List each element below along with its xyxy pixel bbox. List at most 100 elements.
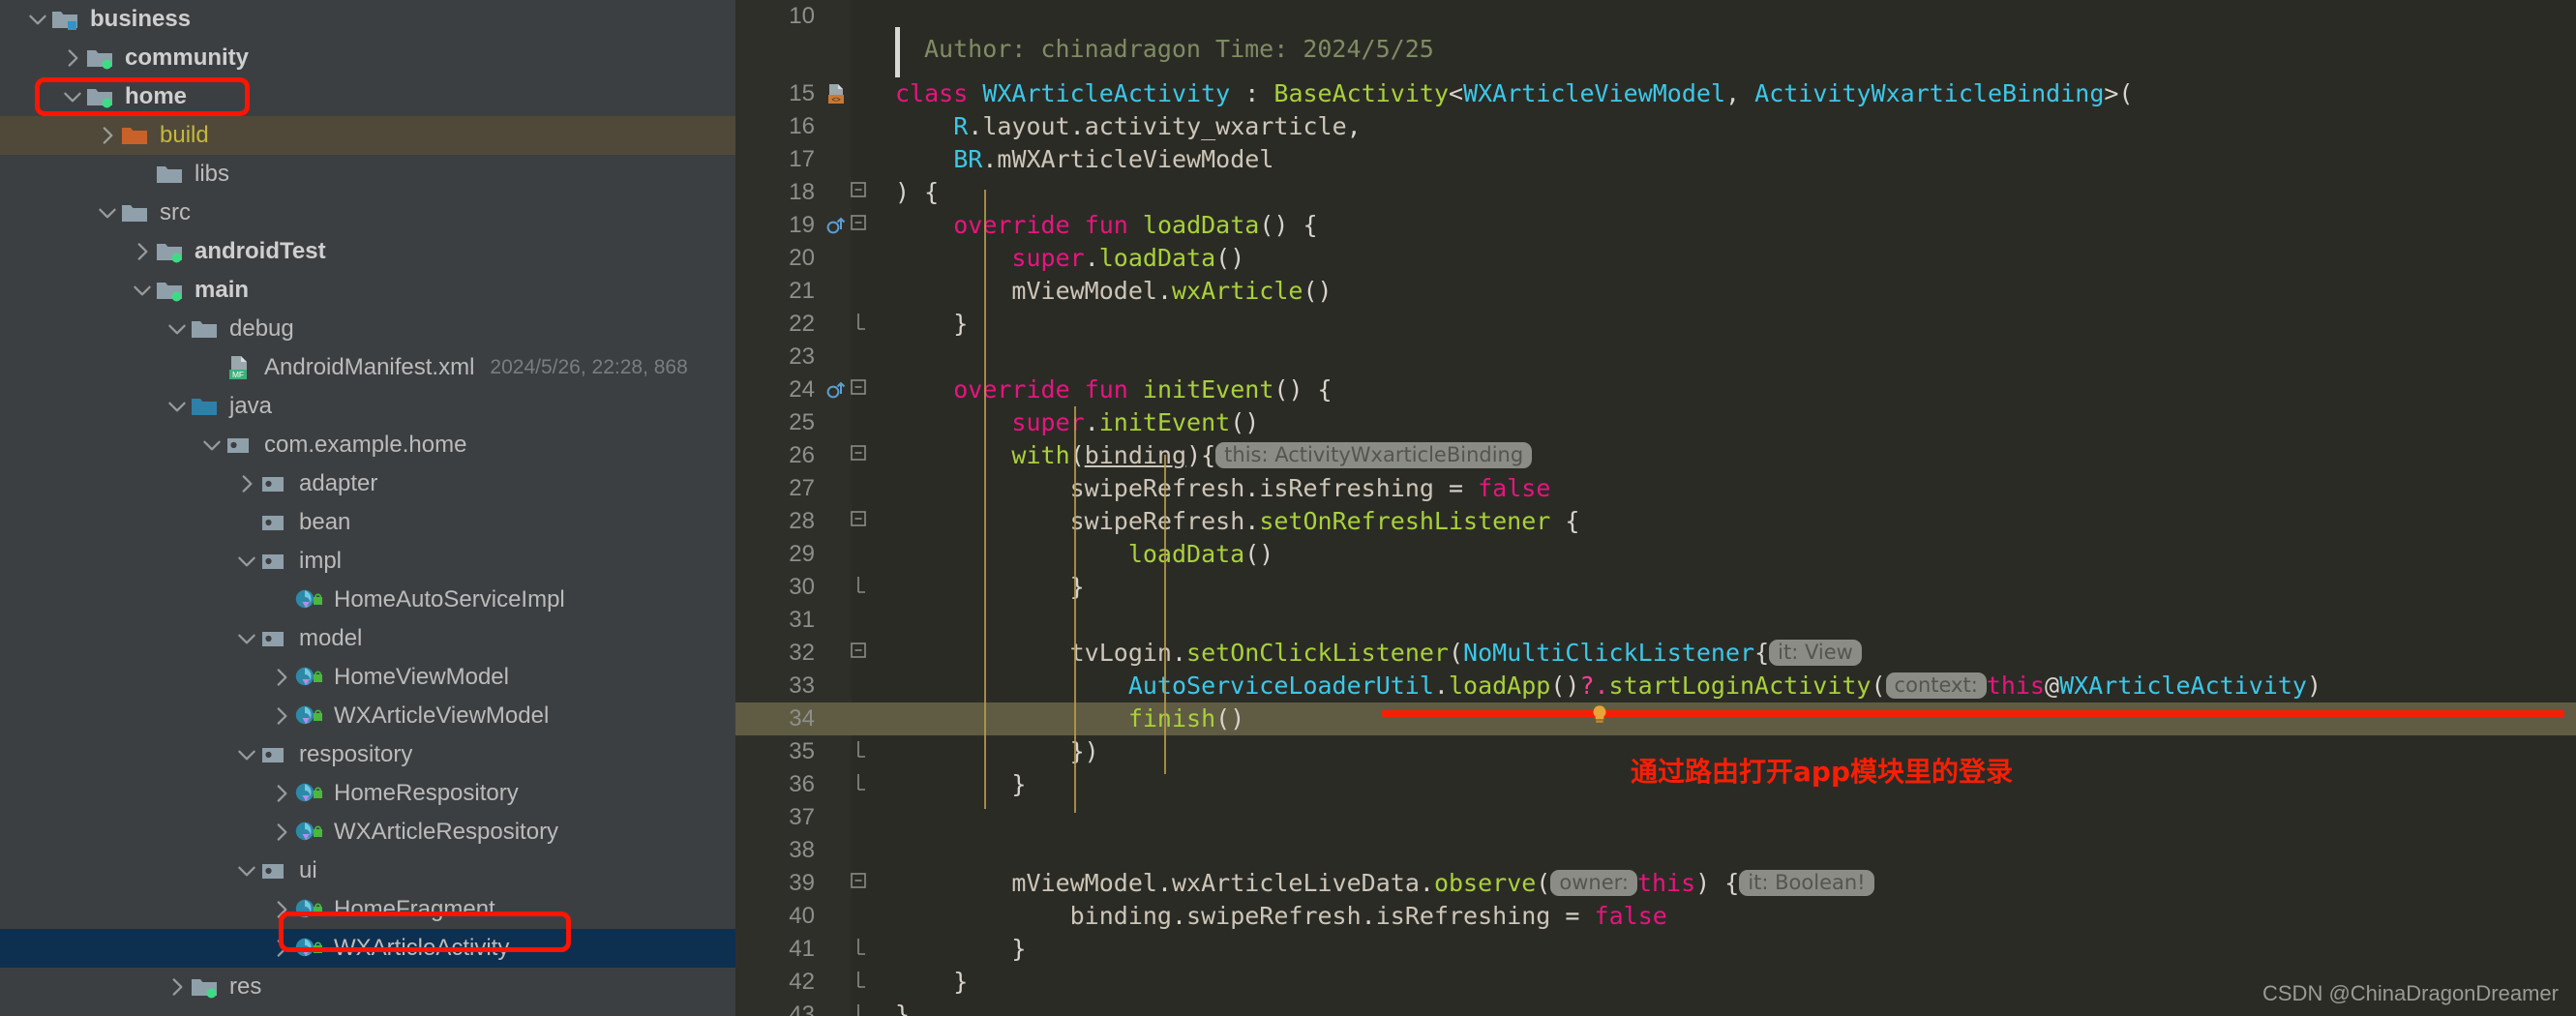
tree-row-wxarticlerespository[interactable]: WXArticleRespository	[0, 813, 735, 852]
inlay-hint: it: Boolean!	[1739, 870, 1874, 896]
code-line-17[interactable]: 17 BR.mWXArticleViewModel	[735, 143, 2576, 176]
tree-row-respository[interactable]: respository	[0, 735, 735, 774]
code-line-29[interactable]: 29 loadData()	[735, 538, 2576, 571]
tree-row-ui[interactable]: ui	[0, 852, 735, 890]
code-fold-toggle[interactable]	[842, 735, 875, 768]
tree-row-libs[interactable]: libs	[0, 155, 735, 194]
code-line-comment[interactable]: Author: chinadragon Time: 2024/5/25	[735, 21, 2576, 77]
tree-row-homerespository[interactable]: HomeRespository	[0, 774, 735, 813]
tree-row-androidmanifest-xml[interactable]: MF AndroidManifest.xml 2024/5/26, 22:28, 8…	[0, 348, 735, 387]
tree-row-homeautoserviceimpl[interactable]: HomeAutoServiceImpl	[0, 581, 735, 619]
code-line-31[interactable]: 31	[735, 604, 2576, 637]
code-line-23[interactable]: 23	[735, 341, 2576, 374]
tree-row-build[interactable]: build	[0, 116, 735, 155]
code-fold-toggle[interactable]	[842, 867, 875, 900]
tree-row-wxarticleviewmodel[interactable]: WXArticleViewModel	[0, 697, 735, 735]
code-line-30[interactable]: 30 }	[735, 571, 2576, 604]
code-fold-toggle[interactable]	[842, 176, 875, 209]
tree-row-home[interactable]: home	[0, 77, 735, 116]
chevron-right-icon[interactable]	[269, 897, 294, 922]
code-line-15[interactable]: 15 <> class WXArticleActivity : BaseActivi…	[735, 77, 2576, 110]
code-fold-toggle[interactable]	[842, 571, 875, 604]
code-line-22[interactable]: 22 }	[735, 308, 2576, 341]
code-line-38[interactable]: 38	[735, 834, 2576, 867]
code-fold-toggle[interactable]	[842, 933, 875, 966]
chevron-right-icon[interactable]	[269, 703, 294, 729]
tree-row-impl[interactable]: impl	[0, 542, 735, 581]
chevron-down-icon[interactable]	[130, 278, 155, 303]
code-line-34[interactable]: 34 finish()	[735, 702, 2576, 735]
code-line-27[interactable]: 27 swipeRefresh.isRefreshing = false	[735, 472, 2576, 505]
code-fold-toggle[interactable]	[842, 439, 875, 472]
project-tree-panel[interactable]: business community home build libs src android…	[0, 0, 735, 1016]
chevron-right-icon[interactable]	[130, 239, 155, 264]
code-line-37[interactable]: 37	[735, 801, 2576, 834]
code-line-39[interactable]: 39 mViewModel.wxArticleLiveData.observe(…	[735, 867, 2576, 900]
code-fold-toggle[interactable]	[842, 966, 875, 999]
code-line-21[interactable]: 21 mViewModel.wxArticle()	[735, 275, 2576, 308]
code-line-20[interactable]: 20 super.loadData()	[735, 242, 2576, 275]
code-line-10[interactable]: 10	[735, 0, 2576, 29]
code-line-24[interactable]: 24 override fun initEvent() {	[735, 374, 2576, 406]
override-gutter-icon[interactable]	[824, 377, 850, 403]
chevron-down-icon[interactable]	[25, 7, 50, 32]
code-line-16[interactable]: 16 R.layout.activity_wxarticle,	[735, 110, 2576, 143]
chevron-down-icon[interactable]	[165, 316, 190, 342]
line-number: 26	[789, 442, 815, 468]
tree-row-debug[interactable]: debug	[0, 310, 735, 348]
tree-row-adapter[interactable]: adapter	[0, 464, 735, 503]
chevron-down-icon[interactable]	[95, 200, 120, 225]
chevron-right-icon[interactable]	[60, 45, 85, 71]
chevron-down-icon[interactable]	[199, 433, 225, 458]
code-content[interactable]: 10 Author: chinadragon Time: 2024/5/25 15 <…	[735, 0, 2576, 1016]
chevron-down-icon[interactable]	[234, 858, 259, 883]
tree-row-community[interactable]: community	[0, 39, 735, 77]
chevron-right-icon[interactable]	[95, 123, 120, 148]
code-fold-toggle[interactable]	[842, 308, 875, 341]
code-line-19[interactable]: 19 override fun loadData() {	[735, 209, 2576, 242]
code-line-32[interactable]: 32 tvLogin.setOnClickListener(NoMultiCli…	[735, 637, 2576, 670]
tree-row-model[interactable]: model	[0, 619, 735, 658]
chevron-down-icon[interactable]	[234, 742, 259, 767]
code-line-26[interactable]: 26 with(binding){this: ActivityWxarticle…	[735, 439, 2576, 472]
code-fold-toggle[interactable]	[842, 505, 875, 538]
tree-row-homefragment[interactable]: HomeFragment	[0, 890, 735, 929]
intention-bulb-icon[interactable]	[1587, 702, 1612, 728]
code-line-33[interactable]: 33 AutoServiceLoaderUtil.loadApp()?.star…	[735, 670, 2576, 702]
tree-row-business[interactable]: business	[0, 0, 735, 39]
tree-row-com-example-home[interactable]: com.example.home	[0, 426, 735, 464]
tree-row-homeviewmodel[interactable]: HomeViewModel	[0, 658, 735, 697]
chevron-down-icon[interactable]	[234, 549, 259, 574]
code-editor[interactable]: 10 Author: chinadragon Time: 2024/5/25 15 <…	[735, 0, 2576, 1016]
project-tree[interactable]: business community home build libs src android…	[0, 0, 735, 1006]
code-fold-toggle[interactable]	[842, 999, 875, 1016]
chevron-right-icon[interactable]	[269, 781, 294, 806]
tree-row-androidtest[interactable]: androidTest	[0, 232, 735, 271]
code-fold-toggle[interactable]	[842, 637, 875, 670]
chevron-down-icon[interactable]	[60, 84, 85, 109]
tree-row-res[interactable]: res	[0, 968, 735, 1006]
manifest-file-icon: MF	[225, 353, 254, 382]
code-line-40[interactable]: 40 binding.swipeRefresh.isRefreshing = f…	[735, 900, 2576, 933]
kotlin-file-gutter-icon[interactable]: <>	[824, 81, 850, 106]
tree-row-java[interactable]: java	[0, 387, 735, 426]
tree-row-src[interactable]: src	[0, 194, 735, 232]
chevron-down-icon[interactable]	[234, 626, 259, 651]
file-timestamp: 2024/5/26, 22:28, 868	[490, 356, 688, 378]
chevron-down-icon[interactable]	[165, 394, 190, 419]
code-line-41[interactable]: 41 }	[735, 933, 2576, 966]
tree-row-main[interactable]: main	[0, 271, 735, 310]
code-line-25[interactable]: 25 super.initEvent()	[735, 406, 2576, 439]
code-line-18[interactable]: 18) {	[735, 176, 2576, 209]
chevron-right-icon[interactable]	[269, 665, 294, 690]
code-fold-toggle[interactable]	[842, 768, 875, 801]
override-gutter-icon[interactable]	[824, 213, 850, 238]
chevron-right-icon[interactable]	[269, 820, 294, 845]
tree-row-wxarticleactivity[interactable]: WXArticleActivity	[0, 929, 735, 968]
code-line-28[interactable]: 28 swipeRefresh.setOnRefreshListener {	[735, 505, 2576, 538]
chevron-right-icon[interactable]	[234, 471, 259, 496]
chevron-right-icon[interactable]	[165, 974, 190, 1000]
svg-text:<>: <>	[831, 95, 841, 104]
tree-row-bean[interactable]: bean	[0, 503, 735, 542]
chevron-right-icon[interactable]	[269, 936, 294, 961]
